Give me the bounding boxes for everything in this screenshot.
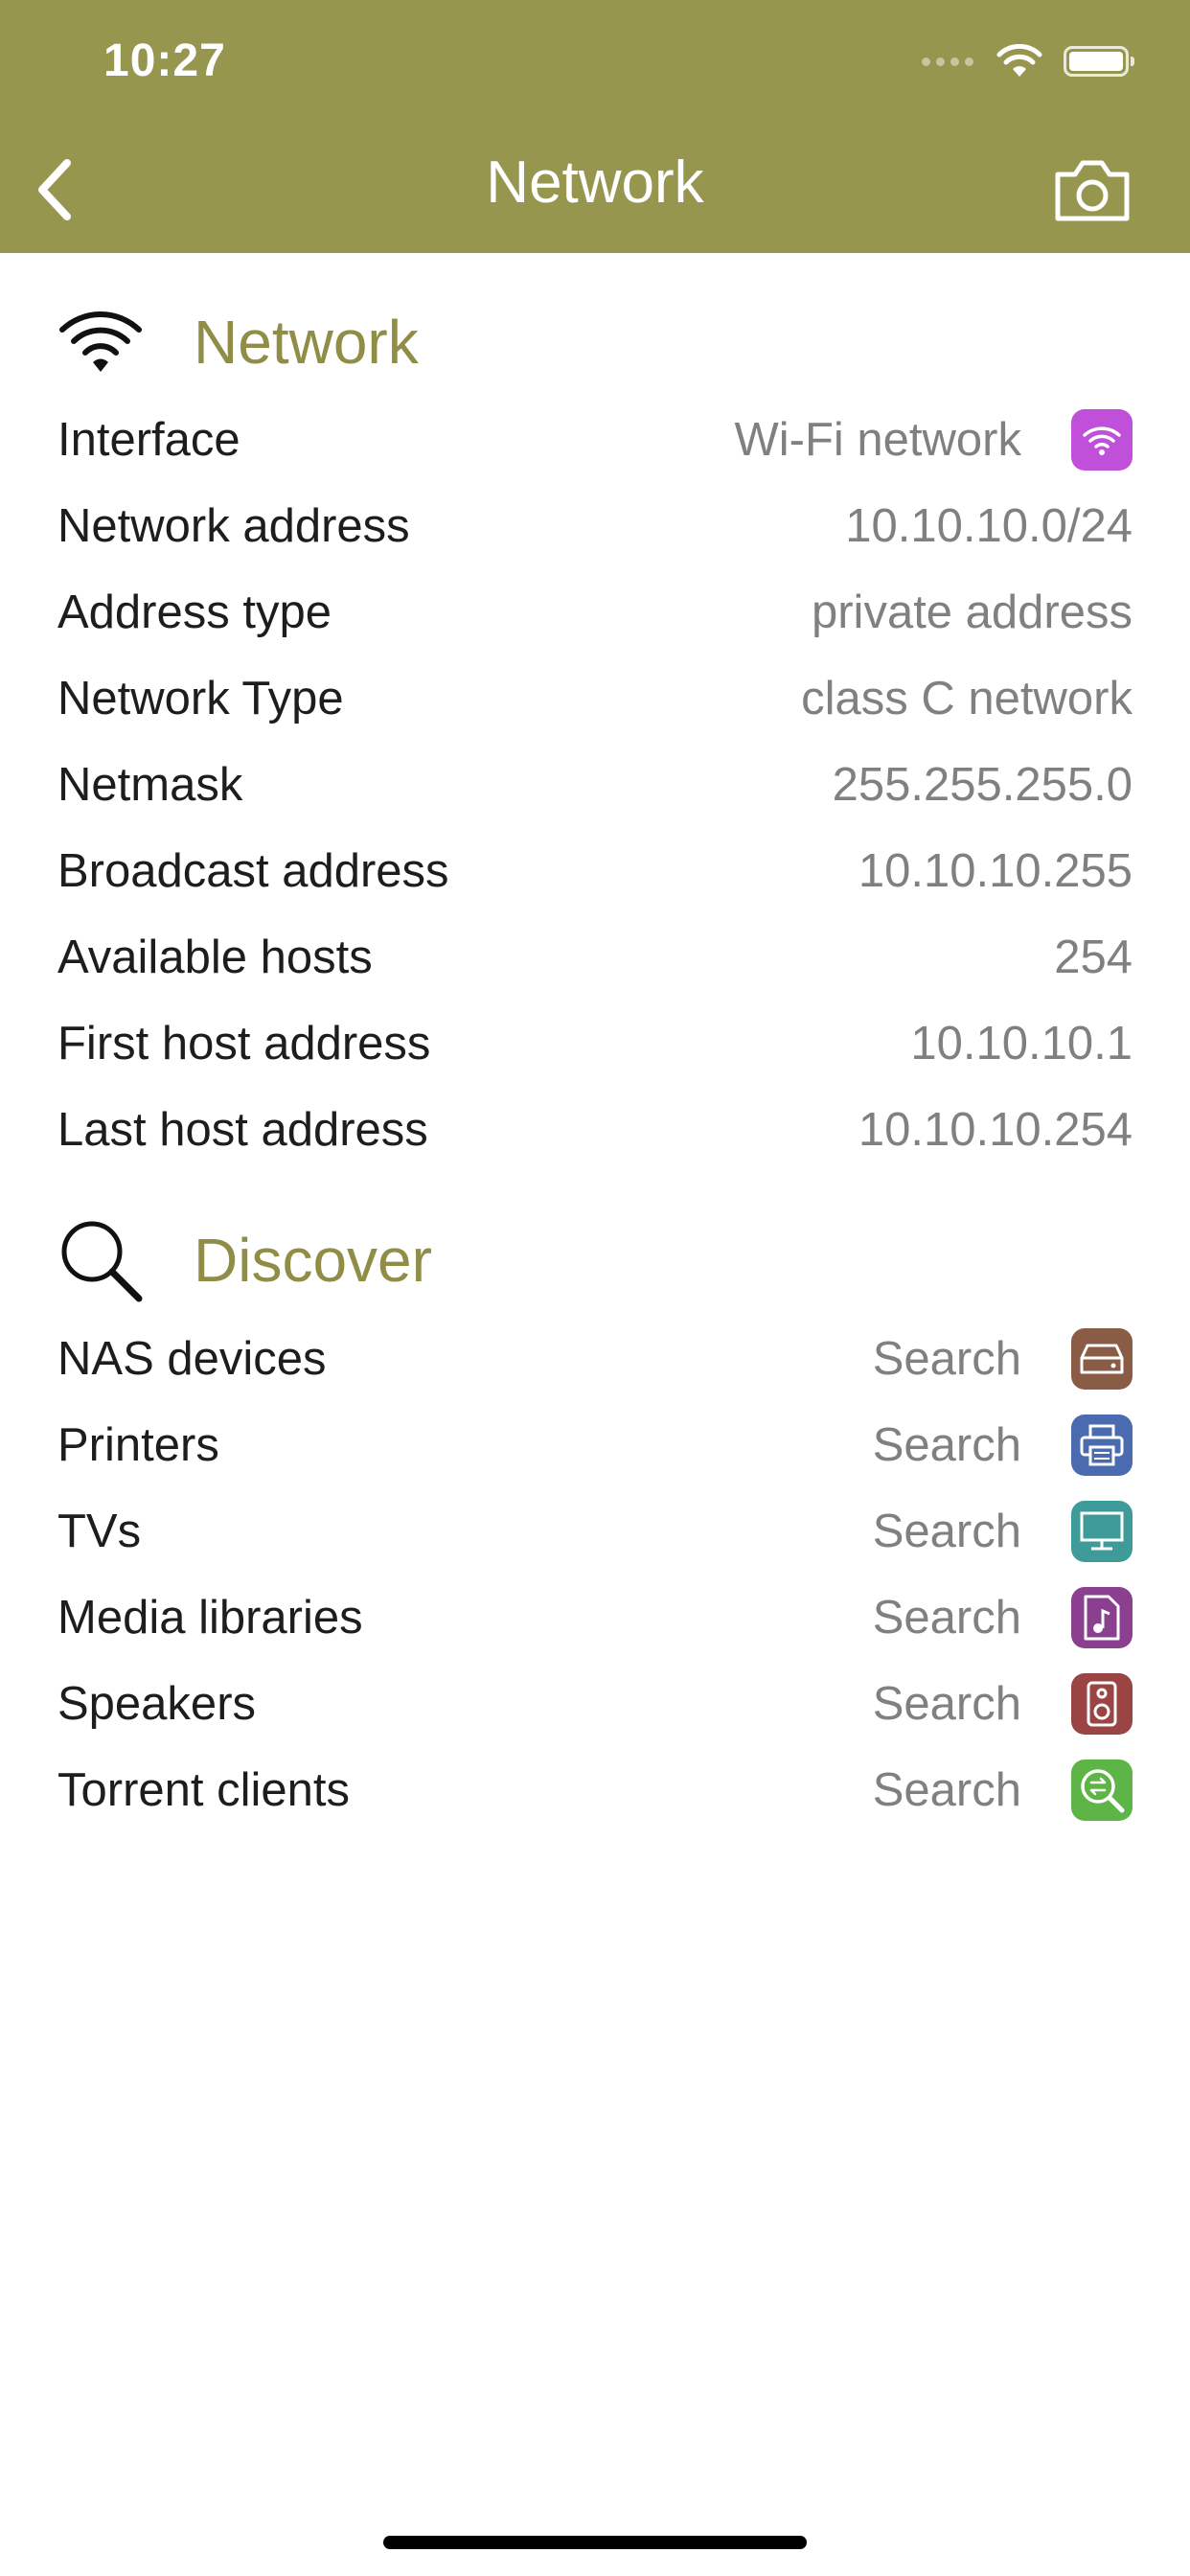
- music-file-icon: [1071, 1587, 1133, 1648]
- status-time: 10:27: [103, 35, 226, 86]
- search-button[interactable]: Search: [873, 1677, 1021, 1731]
- network-row-netmask: Netmask 255.255.255.0: [57, 742, 1133, 828]
- network-row-first-host: First host address 10.10.10.1: [57, 1000, 1133, 1087]
- section-title-discover: Discover: [194, 1226, 432, 1295]
- discover-row-nas-devices[interactable]: NAS devices Search: [57, 1316, 1133, 1402]
- row-label: Printers: [57, 1419, 219, 1471]
- row-label: Netmask: [57, 759, 243, 811]
- row-label: NAS devices: [57, 1333, 327, 1385]
- section-title-network: Network: [194, 308, 419, 377]
- row-label: Address type: [57, 586, 332, 638]
- search-button[interactable]: Search: [873, 1505, 1021, 1558]
- row-value: 10.10.10.0/24: [845, 500, 1133, 552]
- row-label: Available hosts: [57, 932, 373, 983]
- network-section-header: Network: [57, 299, 419, 385]
- row-value: 254: [1054, 932, 1133, 983]
- row-value: 255.255.255.0: [832, 759, 1133, 811]
- monitor-icon: [1071, 1501, 1133, 1562]
- row-label: First host address: [57, 1018, 431, 1070]
- row-label: Broadcast address: [57, 845, 449, 897]
- row-label: Network address: [57, 500, 410, 552]
- discover-row-printers[interactable]: Printers Search: [57, 1402, 1133, 1488]
- status-icons: [922, 44, 1134, 79]
- row-label: Torrent clients: [57, 1764, 351, 1816]
- row-label: TVs: [57, 1506, 142, 1557]
- discover-row-media-libraries[interactable]: Media libraries Search: [57, 1575, 1133, 1661]
- row-label: Last host address: [57, 1104, 428, 1156]
- navigation-header: 10:27 Network: [0, 0, 1190, 253]
- camera-button[interactable]: [1052, 155, 1133, 224]
- wifi-icon: [1071, 409, 1133, 471]
- row-value: 10.10.10.255: [858, 845, 1133, 897]
- printer-icon: [1071, 1414, 1133, 1476]
- row-value: 10.10.10.254: [858, 1104, 1133, 1156]
- row-value: Wi-Fi network: [734, 414, 1021, 466]
- speaker-icon: [1071, 1673, 1133, 1735]
- page-title: Network: [486, 150, 704, 216]
- network-row-last-host: Last host address 10.10.10.254: [57, 1087, 1133, 1173]
- row-label: Media libraries: [57, 1592, 363, 1644]
- search-icon: [57, 1217, 144, 1303]
- row-value: 10.10.10.1: [910, 1018, 1133, 1070]
- search-button[interactable]: Search: [873, 1591, 1021, 1644]
- discover-row-tvs[interactable]: TVs Search: [57, 1488, 1133, 1575]
- torrent-search-icon: [1071, 1760, 1133, 1821]
- home-indicator: [383, 2536, 807, 2549]
- network-row-interface: Interface Wi-Fi network: [57, 397, 1133, 483]
- discover-section-header: Discover: [57, 1217, 432, 1303]
- row-label: Speakers: [57, 1678, 257, 1730]
- row-label: Interface: [57, 414, 240, 466]
- network-row-network-address: Network address 10.10.10.0/24: [57, 483, 1133, 569]
- search-button[interactable]: Search: [873, 1418, 1021, 1472]
- network-row-network-type: Network Type class C network: [57, 656, 1133, 742]
- row-value: private address: [811, 586, 1133, 638]
- search-button[interactable]: Search: [873, 1763, 1021, 1817]
- search-button[interactable]: Search: [873, 1332, 1021, 1386]
- wifi-status-icon: [996, 44, 1042, 77]
- discover-row-speakers[interactable]: Speakers Search: [57, 1661, 1133, 1747]
- battery-icon: [1064, 46, 1134, 77]
- row-value: class C network: [801, 673, 1133, 724]
- discover-row-torrent-clients[interactable]: Torrent clients Search: [57, 1747, 1133, 1833]
- network-row-available-hosts: Available hosts 254: [57, 914, 1133, 1000]
- row-label: Network Type: [57, 673, 344, 724]
- network-row-address-type: Address type private address: [57, 569, 1133, 656]
- network-row-broadcast-address: Broadcast address 10.10.10.255: [57, 828, 1133, 914]
- cellular-signal-icon: [922, 57, 973, 66]
- wifi-icon: [57, 299, 144, 385]
- nas-drive-icon: [1071, 1328, 1133, 1390]
